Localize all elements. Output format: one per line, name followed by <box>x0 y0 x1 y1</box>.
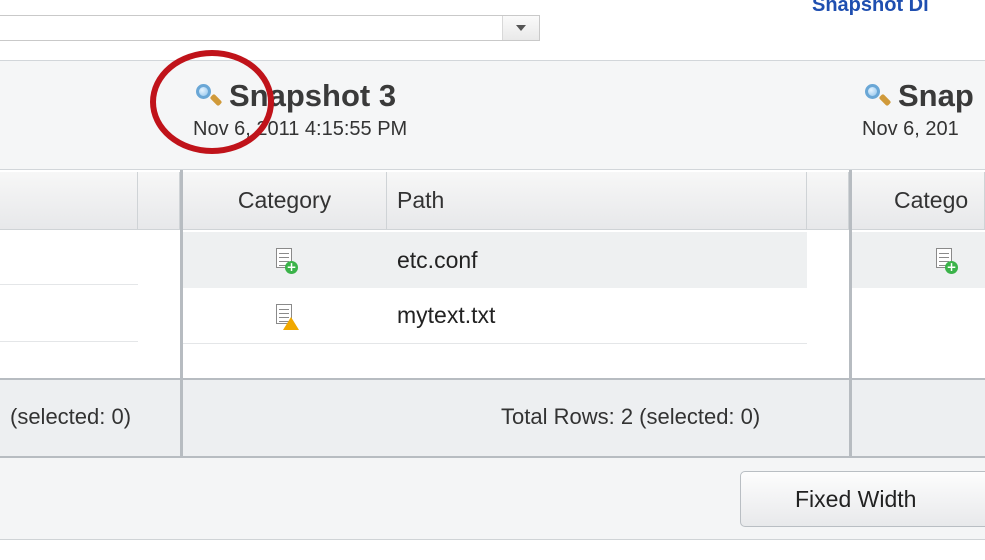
top-toolbar: Snapshot Di <box>0 0 985 60</box>
table-row[interactable]: + <box>852 232 985 288</box>
header-scroll-gutter <box>807 172 849 230</box>
column-header-label: Catego <box>894 187 969 213</box>
highlight-circle <box>150 50 274 154</box>
snapshot-next-header: Snap Nov 6, 201 <box>862 78 974 141</box>
file-added-icon: + <box>934 248 958 274</box>
snapshot-select-dropdown[interactable] <box>0 15 540 41</box>
left-grid-header[interactable] <box>0 172 138 230</box>
category-cell: + <box>183 248 387 274</box>
category-cell <box>183 303 387 330</box>
column-header-label: Path <box>397 187 445 213</box>
file-warning-icon <box>274 303 299 330</box>
table-row[interactable]: mytext.txt <box>183 288 807 344</box>
table-row[interactable]: + etc.conf <box>183 232 807 288</box>
left-status-text: (selected: 0) <box>10 404 132 429</box>
snapshot-title: Snap <box>898 78 974 113</box>
path-cell: mytext.txt <box>397 302 496 328</box>
column-header-category[interactable]: Category <box>183 172 387 230</box>
path-cell: etc.conf <box>397 246 478 273</box>
magnifier-icon[interactable] <box>862 81 892 111</box>
fixed-width-button[interactable]: Fixed Width <box>740 471 985 527</box>
column-divider[interactable] <box>849 170 852 458</box>
column-header-path[interactable]: Path <box>387 172 807 230</box>
dropdown-toggle-button[interactable] <box>502 16 539 40</box>
snapshot-header-band <box>0 60 985 170</box>
column-header-label: Category <box>237 187 332 213</box>
snapshot-compare-view: Snapshot Di Snapshot 3 Nov 6, 2011 4:15:… <box>0 0 985 560</box>
left-grid-header-scroll <box>138 172 180 230</box>
total-rows-text: Total Rows: 2 (selected: 0) <box>501 404 761 429</box>
chevron-down-icon <box>516 25 526 31</box>
left-grid-row[interactable] <box>0 284 138 342</box>
snapshot-diff-link[interactable]: Snapshot Di <box>812 0 929 16</box>
file-added-icon: + <box>274 248 298 274</box>
column-header-category[interactable]: Catego <box>852 172 985 230</box>
column-divider[interactable] <box>180 170 183 458</box>
grid-footer <box>0 378 985 458</box>
snapshot-date: Nov 6, 201 <box>862 118 959 140</box>
